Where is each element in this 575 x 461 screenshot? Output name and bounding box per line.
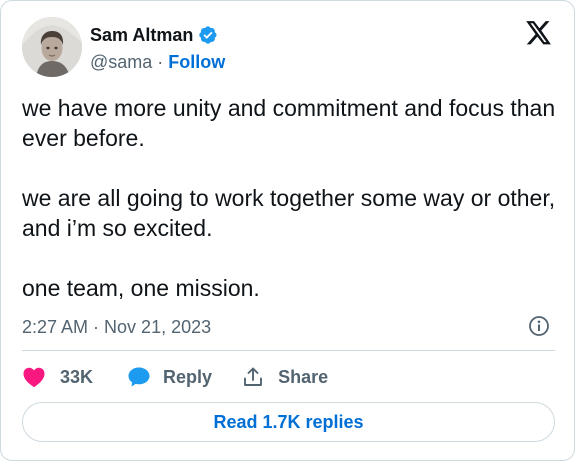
tweet-paragraph: we are all going to work together some w… [22, 185, 562, 241]
handle-separator: · [157, 51, 164, 72]
tweet-time: 2:27 AM [22, 316, 89, 337]
tweet-date: Nov 21, 2023 [104, 316, 212, 337]
avatar[interactable] [22, 17, 82, 77]
like-count: 33K [60, 366, 94, 387]
like-button[interactable]: 33K [22, 366, 93, 388]
verified-badge-icon [199, 26, 217, 44]
follow-button[interactable]: Follow [168, 52, 225, 73]
x-logo-icon[interactable] [526, 21, 552, 45]
author-name-row: Sam Altman [90, 23, 218, 47]
tweet-timestamp[interactable]: 2:27 AM · Nov 21, 2023 [22, 316, 211, 338]
share-label: Share [278, 366, 329, 387]
tweet-paragraph: we have more unity and commitment and fo… [22, 95, 562, 151]
read-replies-label: Read 1.7K replies [213, 411, 364, 432]
divider [22, 350, 555, 351]
heart-icon [23, 367, 45, 388]
info-icon[interactable] [528, 315, 550, 337]
tweet-paragraph: one team, one mission. [22, 275, 260, 301]
upload-share-icon [244, 367, 263, 386]
reply-label: Reply [163, 366, 213, 387]
author-name[interactable]: Sam Altman [90, 25, 193, 46]
author-handle[interactable]: @sama [90, 52, 152, 73]
tweet-card: Sam Altman @sama · Follow we have more u… [0, 0, 575, 461]
tweet-text: we have more unity and commitment and fo… [22, 93, 557, 303]
action-bar: 33K Reply Share [22, 363, 328, 391]
handle-row: @sama · Follow [90, 51, 225, 73]
timestamp-separator: · [93, 316, 100, 337]
read-replies-button[interactable]: Read 1.7K replies [22, 402, 555, 442]
reply-button[interactable]: Reply [127, 366, 212, 388]
share-button[interactable]: Share [242, 366, 328, 388]
speech-bubble-icon [128, 367, 150, 387]
